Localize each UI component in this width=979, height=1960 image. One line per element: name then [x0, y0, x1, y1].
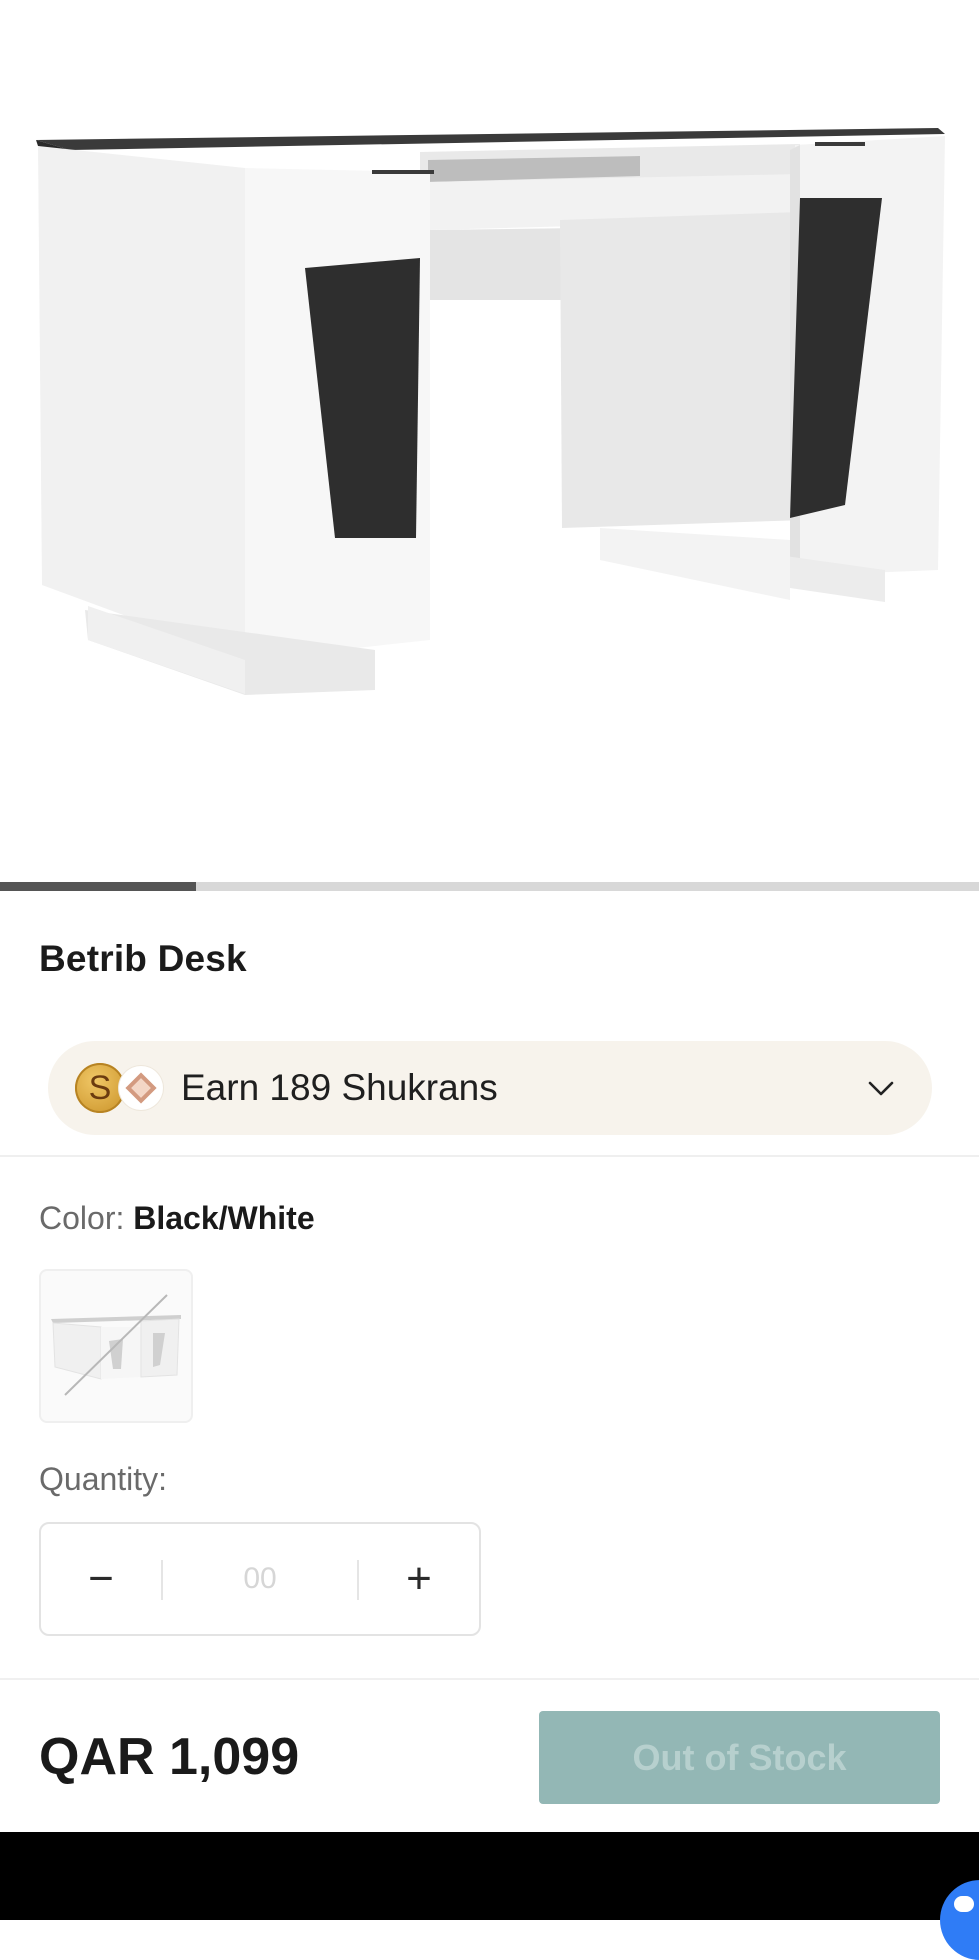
- chat-bubble-icon: [954, 1896, 974, 1912]
- color-row: Color: Black/White: [39, 1200, 315, 1237]
- carousel-progress-indicator: [0, 882, 196, 891]
- product-price: QAR 1,099: [39, 1728, 300, 1786]
- quantity-stepper: − 00 +: [39, 1522, 481, 1636]
- product-image-gallery[interactable]: [0, 0, 979, 880]
- quantity-label: Quantity:: [39, 1461, 168, 1497]
- divider: [0, 1155, 979, 1157]
- shukran-rewards-pill[interactable]: S Earn 189 Shukrans: [48, 1041, 932, 1135]
- decrement-button[interactable]: −: [41, 1524, 161, 1634]
- coin-letter: S: [88, 1068, 112, 1107]
- quantity-value[interactable]: 00: [163, 1524, 357, 1634]
- increment-button[interactable]: +: [359, 1524, 479, 1634]
- system-navigation-bar: [0, 1832, 979, 1920]
- shukran-coin-icon: S: [75, 1063, 125, 1113]
- color-swatch-black-white[interactable]: [39, 1269, 193, 1423]
- shukran-earn-text: Earn 189 Shukrans: [181, 1067, 498, 1108]
- out-of-stock-button[interactable]: Out of Stock: [539, 1711, 940, 1804]
- color-value: Black/White: [133, 1200, 315, 1236]
- product-title: Betrib Desk: [39, 938, 247, 979]
- diamond-icon: [119, 1066, 163, 1110]
- swatch-thumbnail: [51, 1294, 181, 1396]
- product-image: [36, 128, 945, 695]
- chevron-down-icon[interactable]: [864, 1071, 898, 1105]
- color-label: Color:: [39, 1200, 125, 1236]
- divider: [0, 1678, 979, 1680]
